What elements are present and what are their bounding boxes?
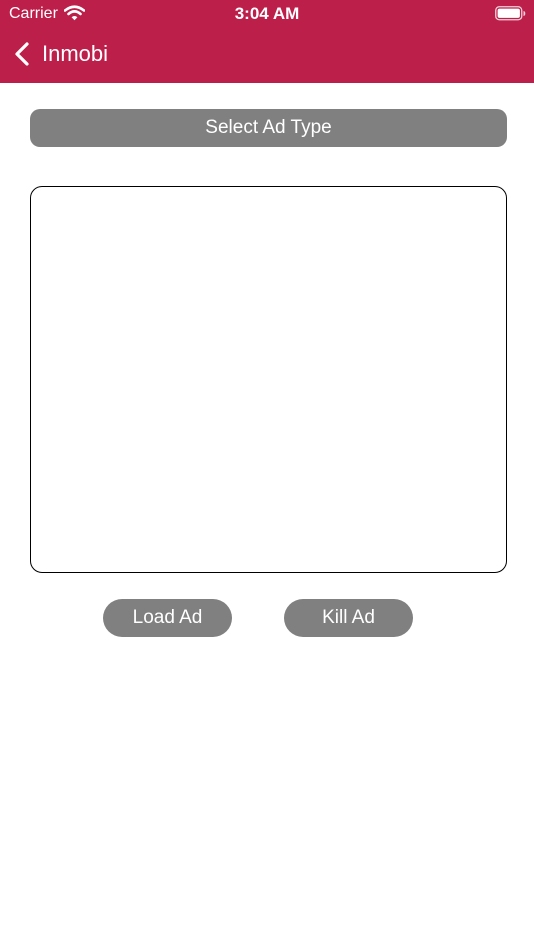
kill-ad-button[interactable]: Kill Ad: [284, 599, 413, 637]
status-bar: Carrier 3:04 AM: [0, 0, 534, 28]
back-button-label: Inmobi: [42, 41, 109, 66]
back-button[interactable]: Inmobi: [12, 36, 108, 72]
battery-icon: [495, 6, 526, 21]
load-ad-button[interactable]: Load Ad: [103, 599, 232, 637]
select-ad-type-button[interactable]: Select Ad Type: [30, 109, 507, 147]
navigation-bar: Inmobi: [0, 30, 534, 78]
app-header: Carrier 3:04 AM Inmobi: [0, 0, 534, 83]
status-time: 3:04 AM: [234, 4, 300, 23]
ad-display-area: [30, 186, 507, 573]
chevron-left-icon: [12, 40, 32, 68]
